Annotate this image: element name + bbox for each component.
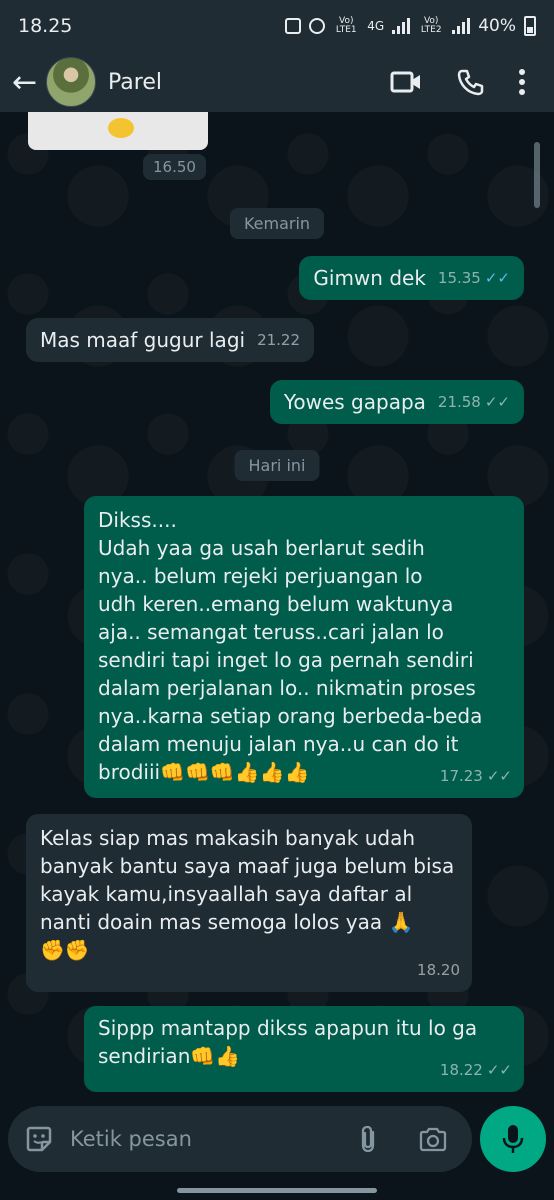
message-input[interactable]: Ketik pesan bbox=[8, 1106, 472, 1172]
outgoing-message[interactable]: Yowes gapapa 21.58 ✓✓ bbox=[269, 380, 524, 424]
mic-icon bbox=[502, 1125, 524, 1153]
message-text: Yowes gapapa bbox=[283, 390, 426, 414]
notification-icon bbox=[285, 18, 302, 34]
message-placeholder: Ketik pesan bbox=[70, 1127, 192, 1151]
message-meta: 17.23 ✓✓ bbox=[440, 762, 512, 790]
outgoing-message[interactable]: Sippp mantapp dikss apapun itu lo ga sen… bbox=[84, 1006, 524, 1092]
sim1-label: Vo) LTE1 bbox=[335, 16, 357, 35]
message-time: 15.35 bbox=[437, 269, 481, 287]
message-meta: 18.20 bbox=[417, 956, 460, 984]
paperclip-icon[interactable] bbox=[358, 1124, 378, 1154]
status-icons: Vo) LTE1 4G Vo) LTE2 40% bbox=[285, 16, 536, 36]
delivered-ticks-icon: ✓✓ bbox=[486, 767, 512, 785]
message-time: 17.23 bbox=[439, 767, 483, 785]
outgoing-message[interactable]: Gimwn dek 15.35 ✓✓ bbox=[299, 256, 524, 300]
alarm-icon bbox=[309, 18, 326, 34]
chat-area[interactable]: 16.50 Kemarin Gimwn dek 15.35 ✓✓ Mas maa… bbox=[0, 112, 554, 1100]
read-ticks-icon: ✓✓ bbox=[484, 269, 510, 287]
voice-call-icon[interactable] bbox=[456, 68, 484, 96]
outgoing-message[interactable]: Dikss.... Udah yaa ga usah berlarut sedi… bbox=[84, 496, 524, 798]
home-indicator[interactable] bbox=[177, 1188, 377, 1193]
signal2-icon bbox=[452, 18, 471, 34]
message-meta: 15.35 ✓✓ bbox=[438, 264, 510, 292]
battery-icon bbox=[524, 16, 536, 36]
avatar[interactable] bbox=[46, 57, 96, 107]
message-text: Kelas siap mas makasih banyak udah banya… bbox=[40, 826, 455, 962]
arrow-left-icon[interactable]: ← bbox=[12, 65, 42, 100]
message-text: Gimwn dek bbox=[313, 266, 426, 290]
sticker-icon[interactable] bbox=[24, 1124, 54, 1154]
date-chip-today: Hari ini bbox=[234, 450, 320, 481]
status-time: 18.25 bbox=[18, 15, 73, 37]
delivered-ticks-icon: ✓✓ bbox=[484, 393, 510, 411]
message-text: Dikss.... Udah yaa ga usah berlarut sedi… bbox=[98, 508, 483, 784]
message-text: Mas maaf gugur lagi bbox=[40, 328, 246, 352]
camera-icon[interactable] bbox=[418, 1126, 448, 1152]
delivered-ticks-icon: ✓✓ bbox=[486, 1061, 512, 1079]
composer: Ketik pesan bbox=[0, 1100, 554, 1200]
message-time: 21.22 bbox=[257, 331, 301, 349]
emoji-image bbox=[108, 118, 134, 138]
mic-button[interactable] bbox=[480, 1106, 546, 1172]
message-time: 18.20 bbox=[417, 961, 460, 979]
video-call-icon[interactable] bbox=[390, 70, 422, 94]
message-meta: 21.58 ✓✓ bbox=[438, 388, 510, 416]
sim2-label: Vo) LTE2 bbox=[420, 16, 442, 35]
message-meta: 21.22 bbox=[257, 326, 300, 354]
incoming-message[interactable]: Kelas siap mas makasih banyak udah banya… bbox=[26, 814, 472, 992]
battery-percent: 40% bbox=[478, 16, 516, 36]
incoming-message[interactable]: Mas maaf gugur lagi 21.22 bbox=[26, 318, 315, 362]
message-time: 21.58 bbox=[437, 393, 481, 411]
message-time: 16.50 bbox=[143, 154, 206, 180]
chat-header: ← Parel bbox=[0, 52, 554, 112]
image-message-preview[interactable] bbox=[28, 112, 208, 150]
contact-name[interactable]: Parel bbox=[108, 70, 162, 95]
date-chip-yesterday: Kemarin bbox=[229, 208, 325, 239]
message-time: 18.22 bbox=[439, 1061, 483, 1079]
message-meta: 18.22 ✓✓ bbox=[440, 1056, 512, 1084]
network-label: 4G bbox=[367, 18, 385, 33]
signal1-icon bbox=[392, 18, 411, 34]
scrollbar[interactable] bbox=[534, 142, 540, 208]
more-vert-icon[interactable] bbox=[518, 69, 526, 95]
status-bar: 18.25 Vo) LTE1 4G Vo) LTE2 40% bbox=[0, 0, 554, 52]
